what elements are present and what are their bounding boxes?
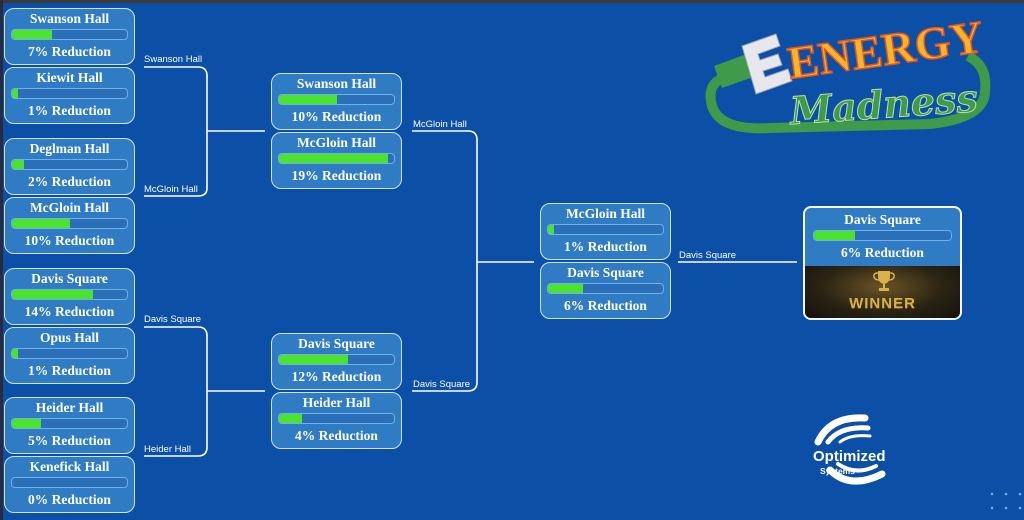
progress-fill bbox=[12, 89, 18, 98]
sponsor-subname: Systems bbox=[820, 466, 855, 476]
reduction-label: 7% Reduction bbox=[28, 44, 111, 59]
connector-r1-bottom bbox=[144, 326, 208, 457]
reduction-label: 14% Reduction bbox=[24, 304, 115, 319]
winner-text: WINNER bbox=[849, 295, 916, 312]
progress-fill bbox=[12, 419, 41, 428]
match-card[interactable]: McGloin Hall 19% Reduction bbox=[271, 132, 402, 189]
connector-r2 bbox=[412, 130, 478, 392]
champion-card[interactable]: Davis Square 6% Reduction WINNER bbox=[803, 206, 962, 320]
reduction-label: 19% Reduction bbox=[291, 168, 382, 183]
connector-r1-top bbox=[144, 66, 208, 197]
progress-bar bbox=[547, 224, 664, 235]
match-card[interactable]: Kenefick Hall 0% Reduction bbox=[4, 456, 135, 513]
reduction-label: 12% Reduction bbox=[291, 369, 382, 384]
team-name: Davis Square bbox=[567, 265, 644, 280]
advance-label: Swanson Hall bbox=[144, 54, 203, 65]
team-name: Kenefick Hall bbox=[29, 459, 110, 474]
reduction-label: 1% Reduction bbox=[564, 239, 647, 254]
reduction-label: 5% Reduction bbox=[28, 433, 111, 448]
team-name: Deglman Hall bbox=[29, 141, 110, 156]
team-name: McGloin Hall bbox=[296, 135, 377, 150]
sponsor-name: Optimized bbox=[813, 448, 886, 465]
progress-bar bbox=[11, 88, 128, 99]
progress-bar bbox=[278, 94, 395, 105]
progress-bar bbox=[278, 153, 395, 164]
progress-fill bbox=[12, 30, 53, 39]
reduction-label: 0% Reduction bbox=[28, 492, 111, 507]
team-name: Heider Hall bbox=[302, 395, 371, 410]
match-card[interactable]: Deglman Hall 2% Reduction bbox=[4, 138, 135, 195]
progress-fill bbox=[12, 349, 18, 358]
advance-label: Davis Square bbox=[679, 250, 737, 261]
progress-bar bbox=[11, 29, 128, 40]
team-name: Davis Square bbox=[298, 336, 375, 351]
match-card[interactable]: Heider Hall 4% Reduction bbox=[271, 392, 402, 449]
optimized-systems-logo: Optimized Systems bbox=[813, 414, 886, 485]
match-card[interactable]: Davis Square 12% Reduction bbox=[271, 333, 402, 390]
progress-fill bbox=[279, 414, 302, 423]
team-name: McGloin Hall bbox=[565, 206, 646, 221]
reduction-label: 10% Reduction bbox=[24, 233, 115, 248]
progress-bar bbox=[278, 354, 395, 365]
progress-bar bbox=[11, 418, 128, 429]
match-card[interactable]: Swanson Hall 10% Reduction bbox=[271, 73, 402, 130]
champion-name: Davis Square bbox=[844, 212, 921, 227]
progress-bar bbox=[11, 218, 128, 229]
progress-bar bbox=[547, 283, 664, 294]
progress-bar bbox=[11, 289, 128, 300]
progress-bar bbox=[11, 348, 128, 359]
decorative-dots bbox=[990, 492, 1022, 510]
progress-fill bbox=[12, 160, 24, 169]
progress-fill bbox=[548, 284, 583, 293]
match-card[interactable]: McGloin Hall 1% Reduction bbox=[540, 203, 671, 260]
team-name: Swanson Hall bbox=[29, 11, 110, 26]
match-card[interactable]: Opus Hall 1% Reduction bbox=[4, 327, 135, 384]
progress-fill bbox=[12, 219, 70, 228]
reduction-label: 6% Reduction bbox=[841, 245, 924, 260]
advance-label: Davis Square bbox=[144, 314, 202, 325]
advance-label: McGloin Hall bbox=[413, 119, 467, 130]
match-card[interactable]: Davis Square 14% Reduction bbox=[4, 268, 135, 325]
progress-fill bbox=[12, 290, 93, 299]
advance-label: Heider Hall bbox=[144, 444, 191, 455]
progress-fill bbox=[548, 225, 554, 234]
energy-madness-logo: ENERGY Madness bbox=[705, 10, 991, 134]
team-name: Kiewit Hall bbox=[36, 70, 103, 85]
team-name: McGloin Hall bbox=[29, 200, 110, 215]
progress-fill bbox=[279, 95, 337, 104]
trophy-icon bbox=[873, 271, 895, 291]
winner-banner: WINNER bbox=[805, 266, 960, 318]
match-card[interactable]: Davis Square 6% Reduction bbox=[540, 262, 671, 319]
progress-bar bbox=[278, 413, 395, 424]
match-card[interactable]: Heider Hall 5% Reduction bbox=[4, 397, 135, 454]
match-card[interactable]: McGloin Hall 10% Reduction bbox=[4, 197, 135, 254]
progress-bar bbox=[11, 159, 128, 170]
reduction-label: 10% Reduction bbox=[291, 109, 382, 124]
reduction-label: 2% Reduction bbox=[28, 174, 111, 189]
progress-fill bbox=[814, 231, 856, 240]
progress-bar bbox=[813, 230, 952, 241]
progress-fill bbox=[279, 355, 348, 364]
reduction-label: 1% Reduction bbox=[28, 103, 111, 118]
progress-bar bbox=[11, 477, 128, 488]
match-card[interactable]: Kiewit Hall 1% Reduction bbox=[4, 67, 135, 124]
advance-label: McGloin Hall bbox=[144, 184, 198, 195]
reduction-label: 4% Reduction bbox=[295, 428, 378, 443]
match-card[interactable]: Swanson Hall 7% Reduction bbox=[4, 8, 135, 65]
team-name: Opus Hall bbox=[40, 330, 99, 345]
progress-fill bbox=[279, 154, 389, 163]
team-name: Davis Square bbox=[31, 271, 108, 286]
team-name: Heider Hall bbox=[35, 400, 104, 415]
advance-label: Davis Square bbox=[413, 379, 471, 390]
team-name: Swanson Hall bbox=[296, 76, 377, 91]
reduction-label: 1% Reduction bbox=[28, 363, 111, 378]
reduction-label: 6% Reduction bbox=[564, 298, 647, 313]
